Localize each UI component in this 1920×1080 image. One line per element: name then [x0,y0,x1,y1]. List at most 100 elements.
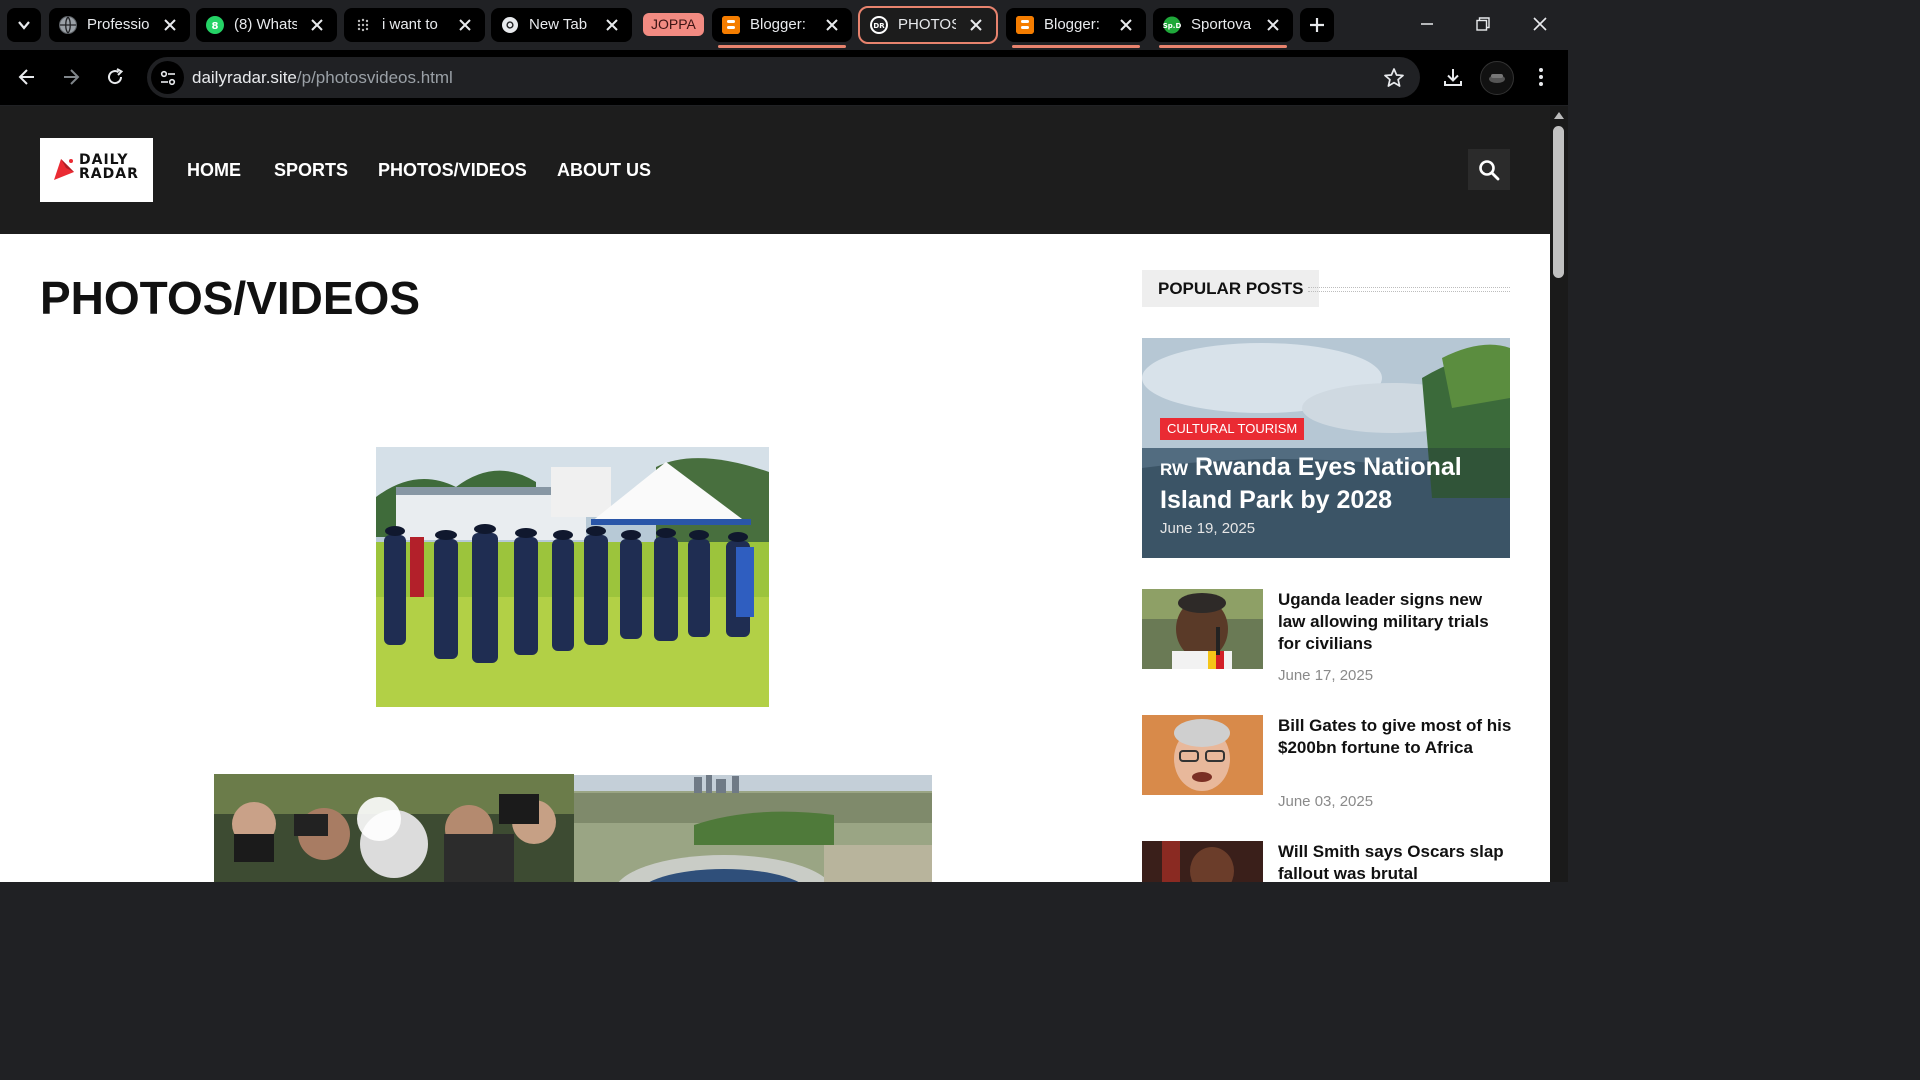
gallery-photo-parade[interactable] [376,447,769,707]
tab-search-button[interactable] [7,8,41,42]
gallery-photo-city[interactable] [574,775,932,882]
tab-blogger[interactable]: Blogger: [712,8,852,48]
nav-about-us[interactable]: ABOUT US [557,159,651,181]
url-path: /p/photosvideos.html [296,68,453,87]
close-icon[interactable] [162,17,178,33]
chevron-down-icon [18,21,30,30]
post-title[interactable]: Bill Gates to give most of his $200bn fo… [1278,715,1513,759]
plus-icon [1310,18,1324,32]
tab-label: Professio [87,16,150,33]
site-info-button[interactable] [151,61,184,94]
close-icon[interactable] [604,17,620,33]
tab-label: Blogger: [1044,16,1100,33]
category-badge[interactable]: CULTURAL TOURISM [1160,418,1305,440]
logo-text-radar: RADAR [79,166,139,182]
featured-post-title-text: Rwanda Eyes National Island Park by 2028 [1160,453,1462,514]
whatsapp-icon: 8 [206,16,224,34]
minimize-button[interactable] [1399,0,1455,48]
tab-professio[interactable]: Professio [49,8,190,42]
tab-i-want-to[interactable]: i want to [344,8,485,42]
menu-button[interactable] [1524,60,1558,94]
profile-avatar[interactable] [1480,61,1514,95]
close-icon[interactable] [309,17,325,33]
tab-group-chip[interactable]: JOPPA [643,13,704,36]
heading-divider [1308,287,1510,292]
featured-post-card[interactable]: CULTURAL TOURISM RW Rwanda Eyes National… [1142,338,1510,558]
close-icon[interactable] [1118,17,1134,33]
tab-new-tab[interactable]: New Tab [491,8,632,42]
url-text[interactable]: dailyradar.site/p/photosvideos.html [192,68,453,87]
download-icon [1444,69,1462,86]
nav-sports[interactable]: SPORTS [274,159,348,181]
popular-posts-heading: POPULAR POSTS [1142,270,1320,307]
nav-home[interactable]: HOME [187,159,241,181]
browser-toolbar: dailyradar.site/p/photosvideos.html [0,50,1568,105]
post-title[interactable]: Will Smith says Oscars slap fallout was … [1278,841,1513,882]
post-date: June 17, 2025 [1278,667,1374,684]
dr-icon: DR [870,16,888,34]
page-title: PHOTOS/VIDEOS [40,272,421,324]
tab-label: (8) Whats [234,16,297,33]
post-thumbnail[interactable] [1142,841,1263,882]
blogger-icon [1016,16,1034,34]
tab-label: PHOTOS/ [898,16,956,33]
downloads-button[interactable] [1436,60,1470,94]
forward-button[interactable] [54,60,88,94]
site-logo[interactable]: DAILY RADAR [40,138,153,202]
sportova-favicon-text: Sp.D [1163,22,1181,30]
flag-label: RW [1160,460,1189,479]
post-thumbnail[interactable] [1142,715,1263,795]
site-header: DAILY RADAR HOME SPORTS PHOTOS/VIDEOS AB… [0,106,1550,234]
tab-label: New Tab [529,16,588,33]
close-icon [1533,17,1547,31]
arrow-right-icon [64,69,80,85]
blogger-icon [722,16,740,34]
post-thumbnail[interactable] [1142,589,1263,669]
close-icon[interactable] [1265,17,1281,33]
page-scrollbar[interactable] [1550,106,1568,882]
minimize-icon [1421,23,1433,25]
tab-label: Sportova [1191,16,1252,33]
reload-button[interactable] [98,60,132,94]
tab-label: i want to [382,16,438,33]
close-window-button[interactable] [1512,0,1568,48]
scrollbar-thumb[interactable] [1553,126,1564,278]
post-title[interactable]: Uganda leader signs new law allowing mil… [1278,589,1513,655]
svg-text:8: 8 [212,21,219,32]
close-icon[interactable] [457,17,473,33]
popular-post-item[interactable]: Will Smith says Oscars slap fallout was … [1142,841,1510,882]
popular-post-item[interactable]: Bill Gates to give most of his $200bn fo… [1142,715,1513,825]
bookmark-star-icon[interactable] [1382,66,1406,90]
tab-blogger-2[interactable]: Blogger: [1006,8,1146,48]
radar-logo-icon [54,159,74,180]
popular-post-item[interactable]: Uganda leader signs new law allowing mil… [1142,589,1510,699]
arrow-left-icon [18,69,34,85]
search-icon [1479,159,1500,180]
globe-icon [59,16,77,34]
page-viewport: DAILY RADAR HOME SPORTS PHOTOS/VIDEOS AB… [0,106,1550,882]
close-icon[interactable] [824,17,840,33]
back-button[interactable] [10,60,44,94]
restore-button[interactable] [1455,0,1511,48]
tab-whatsapp[interactable]: 8 (8) Whats [196,8,337,42]
dr-favicon-text: DR [873,22,885,30]
tab-photos-videos[interactable]: DR PHOTOS/ [858,6,998,44]
kebab-menu-icon [1539,68,1543,86]
address-bar[interactable]: dailyradar.site/p/photosvideos.html [147,57,1420,98]
featured-post-title[interactable]: RW Rwanda Eyes National Island Park by 2… [1160,452,1490,515]
scroll-up-arrow-icon[interactable] [1554,112,1564,119]
avatar-icon [1489,74,1505,83]
sportova-icon: Sp.D [1163,16,1181,34]
nav-photos-videos[interactable]: PHOTOS/VIDEOS [378,159,527,181]
site-search-button[interactable] [1468,149,1510,190]
tab-sportova[interactable]: Sp.D Sportova [1153,8,1293,48]
gallery-photo-press[interactable] [214,774,574,882]
reload-icon [108,68,124,85]
tab-strip: Professio 8 (8) Whats i want to New Tab … [0,0,1568,50]
tune-icon [160,70,175,85]
post-date: June 03, 2025 [1278,793,1374,810]
new-tab-button[interactable] [1300,8,1334,42]
close-icon[interactable] [968,17,984,33]
logo-text-daily: DAILY [79,152,129,168]
sparkle-icon [354,16,372,34]
